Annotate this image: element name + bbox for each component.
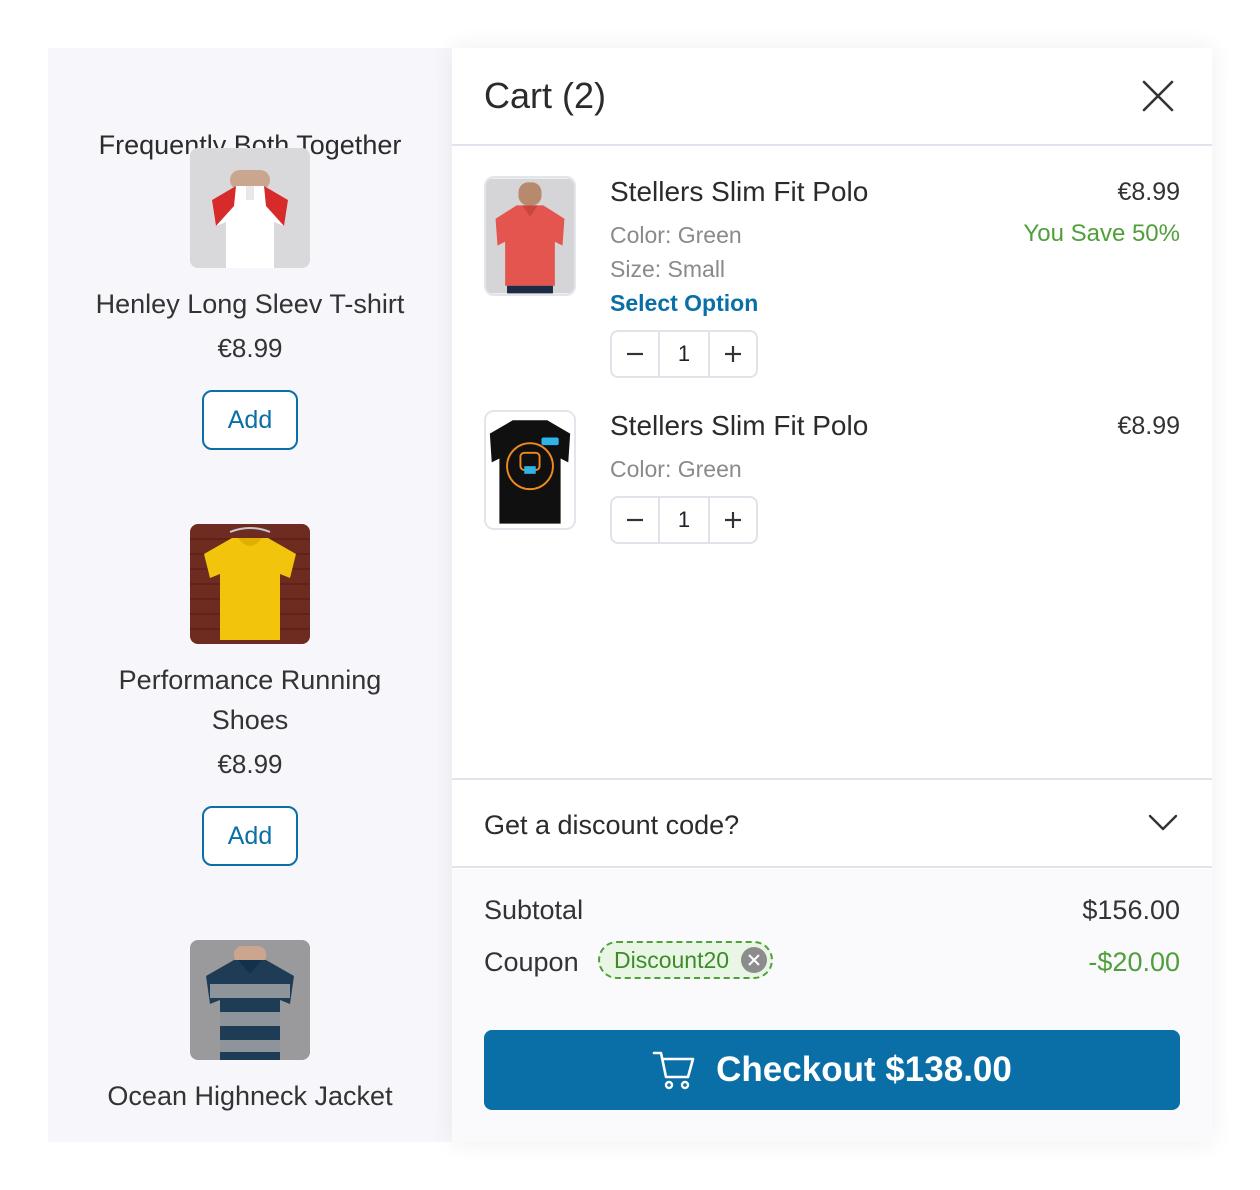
- close-icon[interactable]: [1140, 78, 1176, 114]
- subtotal-label: Subtotal: [484, 895, 584, 925]
- quantity-stepper: 1: [610, 496, 758, 544]
- decrease-quantity-button[interactable]: [612, 332, 658, 376]
- product-image-henley-tshirt[interactable]: [190, 148, 310, 268]
- product-image-red-polo[interactable]: [484, 176, 576, 296]
- plus-icon: [725, 512, 741, 528]
- subtotal-value: $156.00: [1082, 895, 1180, 925]
- coupon-row: Coupon Discount20 -$20.00: [484, 941, 1180, 987]
- plus-icon: [725, 346, 741, 362]
- recommendation-item: Ocean Highneck Jacket: [48, 940, 452, 1116]
- product-image-ai-tshirt[interactable]: [484, 410, 576, 530]
- discount-code-label: Get a discount code?: [484, 810, 740, 840]
- recommendation-item: Henley Long Sleev T-shirt €8.99 Add: [48, 148, 452, 450]
- quantity-value[interactable]: 1: [658, 332, 710, 376]
- cart-item-price: €8.99: [1117, 178, 1180, 206]
- cart-icon: [652, 1051, 695, 1090]
- close-icon: [748, 954, 760, 966]
- coupon-chip: Discount20: [598, 941, 774, 979]
- chevron-down-icon: [1148, 814, 1178, 831]
- recommendations-panel: Frequently Both Together Henley Long Sle…: [48, 48, 452, 1142]
- recommendation-name: Performance Running Shoes: [118, 665, 382, 735]
- add-to-cart-button[interactable]: Add: [202, 390, 298, 450]
- recommendation-name: Ocean Highneck Jacket: [107, 1081, 393, 1111]
- quantity-value[interactable]: 1: [658, 498, 710, 542]
- minus-icon: [627, 352, 643, 356]
- quantity-stepper: 1: [610, 330, 758, 378]
- cart-line-item: Stellers Slim Fit Polo Color: Green Size…: [484, 176, 1180, 386]
- cart-item-color: Color: Green: [610, 456, 742, 482]
- cart-item-name: Stellers Slim Fit Polo: [610, 410, 869, 441]
- remove-coupon-button[interactable]: [741, 947, 768, 973]
- cart-title: Cart (2): [484, 75, 607, 116]
- increase-quantity-button[interactable]: [710, 332, 756, 376]
- cart-line-item: Stellers Slim Fit Polo Color: Green 1 €8…: [484, 410, 1180, 550]
- select-option-link[interactable]: Select Option: [610, 290, 758, 317]
- coupon-code: Discount20: [614, 947, 730, 973]
- product-image-yellow-tshirt[interactable]: [190, 524, 310, 644]
- product-image-striped-polo[interactable]: [190, 940, 310, 1060]
- cart-panel: Cart (2) Stellers Slim Fit Polo Color: G…: [452, 48, 1212, 1142]
- discount-code-toggle[interactable]: Get a discount code?: [452, 778, 1212, 868]
- decrease-quantity-button[interactable]: [612, 498, 658, 542]
- increase-quantity-button[interactable]: [710, 498, 756, 542]
- add-to-cart-button[interactable]: Add: [202, 806, 298, 866]
- minus-icon: [627, 518, 643, 522]
- cart-item-savings: You Save 50%: [1023, 220, 1180, 247]
- recommendation-price: €8.99: [217, 749, 283, 779]
- cart-summary: Subtotal $156.00 Coupon Discount20 -$20.…: [452, 869, 1212, 1142]
- checkout-button[interactable]: Checkout $138.00: [484, 1030, 1180, 1110]
- checkout-label: Checkout $138.00: [716, 1050, 1012, 1089]
- cart-header: Cart (2): [452, 48, 1212, 146]
- subtotal-row: Subtotal $156.00: [484, 895, 1180, 935]
- cart-item-size: Size: Small: [610, 256, 726, 282]
- recommendation-name: Henley Long Sleev T-shirt: [95, 289, 405, 319]
- recommendation-item: Performance Running Shoes €8.99 Add: [48, 524, 452, 866]
- coupon-label: Coupon: [484, 947, 579, 977]
- cart-item-name: Stellers Slim Fit Polo: [610, 176, 869, 207]
- recommendation-price: €8.99: [217, 333, 283, 363]
- cart-item-color: Color: Green: [610, 222, 742, 248]
- cart-item-price: €8.99: [1117, 412, 1180, 440]
- coupon-discount-value: -$20.00: [1088, 947, 1180, 977]
